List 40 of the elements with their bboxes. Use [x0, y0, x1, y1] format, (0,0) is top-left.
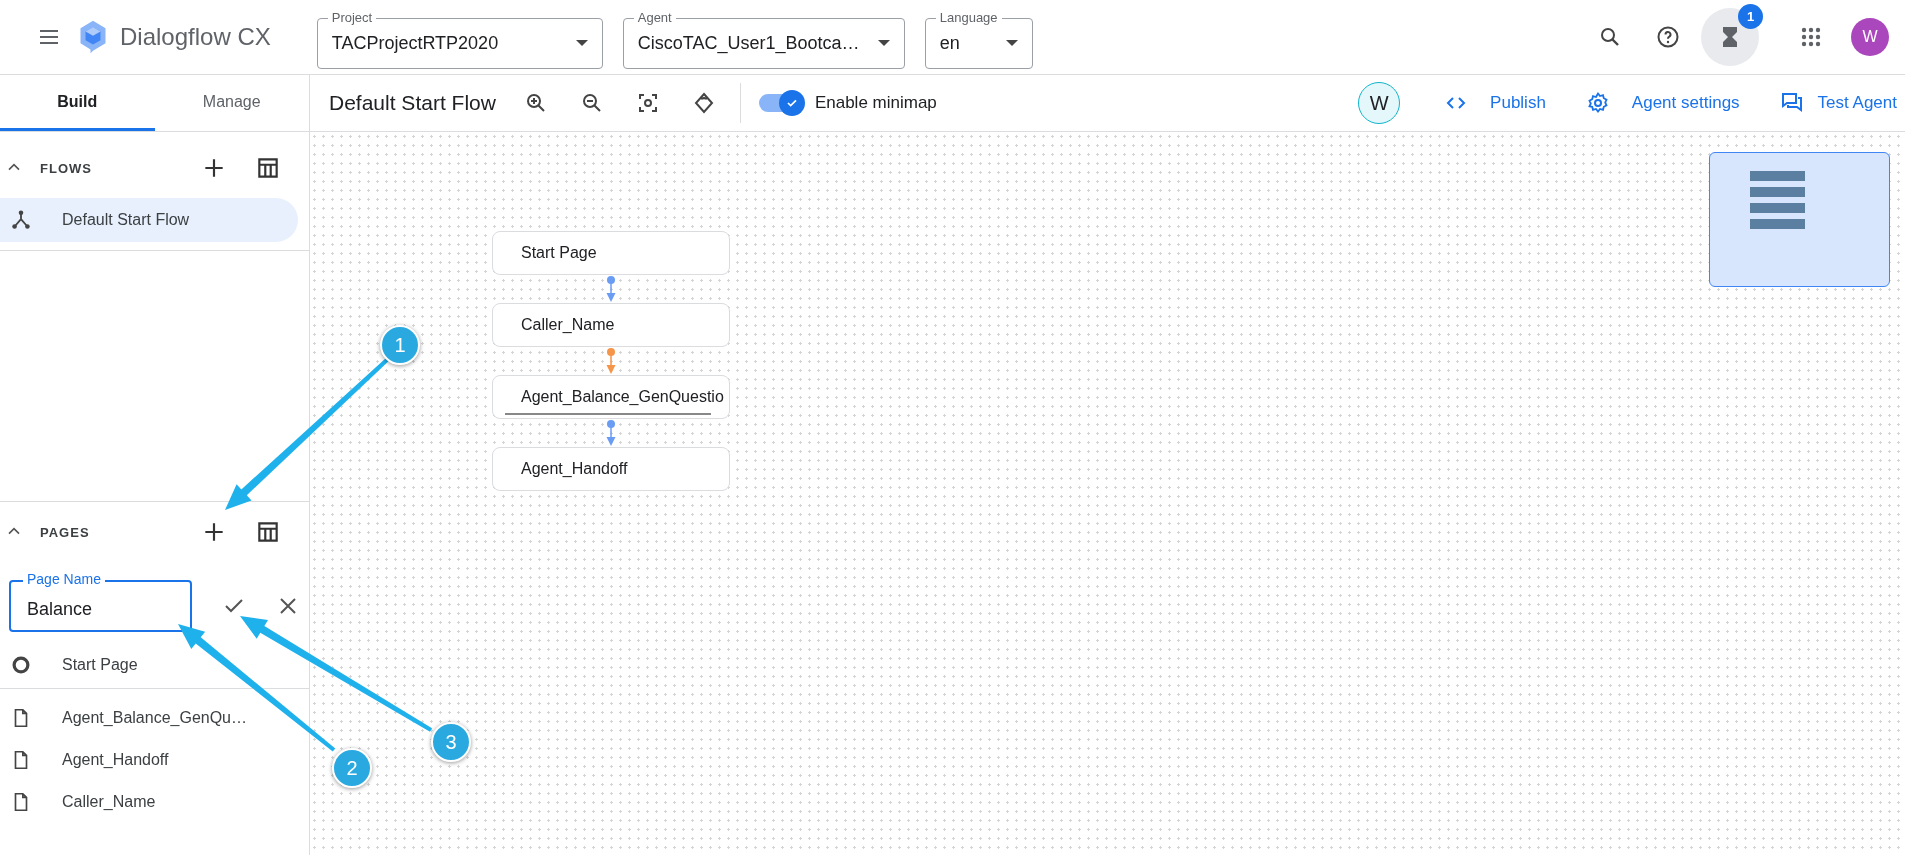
- settings-icon: [1585, 91, 1610, 115]
- selector-value: CiscoTAC_User1_Bootca…: [637, 32, 861, 54]
- hourglass-icon: [1722, 26, 1738, 48]
- app-title: Dialogflow CX: [120, 23, 271, 51]
- flow-icon: [10, 209, 32, 231]
- page-list-item[interactable]: Start Page: [0, 644, 309, 686]
- page-node[interactable]: Agent_Handoff: [492, 447, 730, 491]
- circle-icon: [10, 654, 32, 676]
- flow-title: Default Start Flow: [329, 91, 496, 115]
- notification-badge: 1: [1738, 4, 1763, 29]
- apps-grid-icon[interactable]: [1799, 25, 1823, 49]
- caret-icon: [575, 40, 588, 46]
- table-icon[interactable]: [255, 155, 281, 181]
- minimap-toggle[interactable]: [758, 90, 805, 116]
- page-node[interactable]: Start Page: [492, 231, 730, 275]
- user-avatar: W: [1358, 82, 1401, 124]
- page-node[interactable]: Caller_Name: [492, 303, 730, 347]
- page-node[interactable]: Agent_Balance_GenQuestio: [492, 375, 730, 419]
- section-title: PAGES: [40, 524, 91, 540]
- selector-value: en: [939, 32, 961, 54]
- flow-list-item[interactable]: Default Start Flow: [0, 198, 298, 242]
- toolbar-action-button[interactable]: Publish: [1444, 91, 1546, 115]
- account-avatar[interactable]: W: [1851, 18, 1889, 56]
- cube-logo-icon: [78, 19, 108, 55]
- minimap-nodes-drawing: [1750, 171, 1805, 229]
- table-icon[interactable]: [255, 519, 281, 545]
- page-list-item[interactable]: Agent_Balance_GenQu…: [0, 697, 309, 739]
- help-icon[interactable]: [1656, 25, 1680, 49]
- minimap-label: Enable minimap: [814, 93, 937, 113]
- page-list-item[interactable]: Agent_Handoff: [0, 739, 309, 781]
- chat-icon: [1779, 91, 1804, 115]
- caret-icon: [1005, 40, 1018, 46]
- selector-value: TACProjectRTP2020: [331, 32, 500, 54]
- section-title: FLOWS: [40, 160, 93, 176]
- minimap-panel[interactable]: [1709, 152, 1890, 287]
- toolbar-action-button[interactable]: Test Agent: [1779, 91, 1897, 115]
- caret-icon: [877, 40, 890, 46]
- field-label: Page Name: [23, 571, 105, 587]
- page-list-item[interactable]: Caller_Name: [0, 781, 309, 823]
- toolbar-action-button[interactable]: Agent settings: [1585, 91, 1740, 115]
